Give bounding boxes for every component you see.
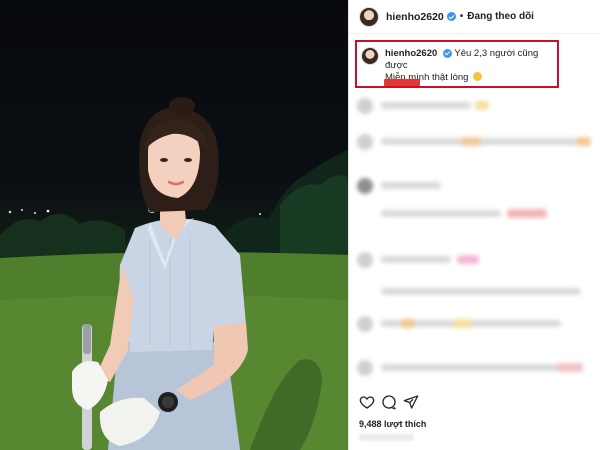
username[interactable]: hienho2620 [386,11,444,23]
share-icon[interactable] [403,394,419,410]
heart-icon[interactable] [359,394,375,410]
comment-icon[interactable] [381,394,397,410]
highlighted-caption: hienho2620 Yêu 2,3 người cũng được Miễn … [355,40,559,88]
caption-username[interactable]: hienho2620 [385,48,437,59]
caption-avatar[interactable] [361,47,379,65]
post-date-placeholder [359,434,414,441]
list-item [357,176,597,198]
header-separator: • [459,11,464,22]
list-item [357,204,597,226]
avatar[interactable] [359,6,379,27]
list-item [357,314,597,336]
verified-badge-icon [446,12,456,21]
caption-verified-badge-icon [442,48,452,58]
instagram-post-panel: hienho2620 • Đang theo dõi hienho2620 Yê… [348,0,600,450]
following-button[interactable]: Đang theo dõi [467,11,534,22]
list-item [357,282,597,304]
list-item [357,96,597,118]
post-action-bar [359,394,599,412]
blurred-comments [349,92,600,382]
like-count[interactable]: 9,488 lượt thích [359,419,426,429]
golf-night-photo [0,97,348,450]
list-item [357,132,597,154]
post-photo [0,0,348,450]
post-header: hienho2620 • Đang theo dõi [349,0,600,34]
caption-red-tag [384,79,420,86]
smiling-face-emoji-icon [473,72,483,81]
list-item [357,358,597,380]
list-item [357,250,597,272]
